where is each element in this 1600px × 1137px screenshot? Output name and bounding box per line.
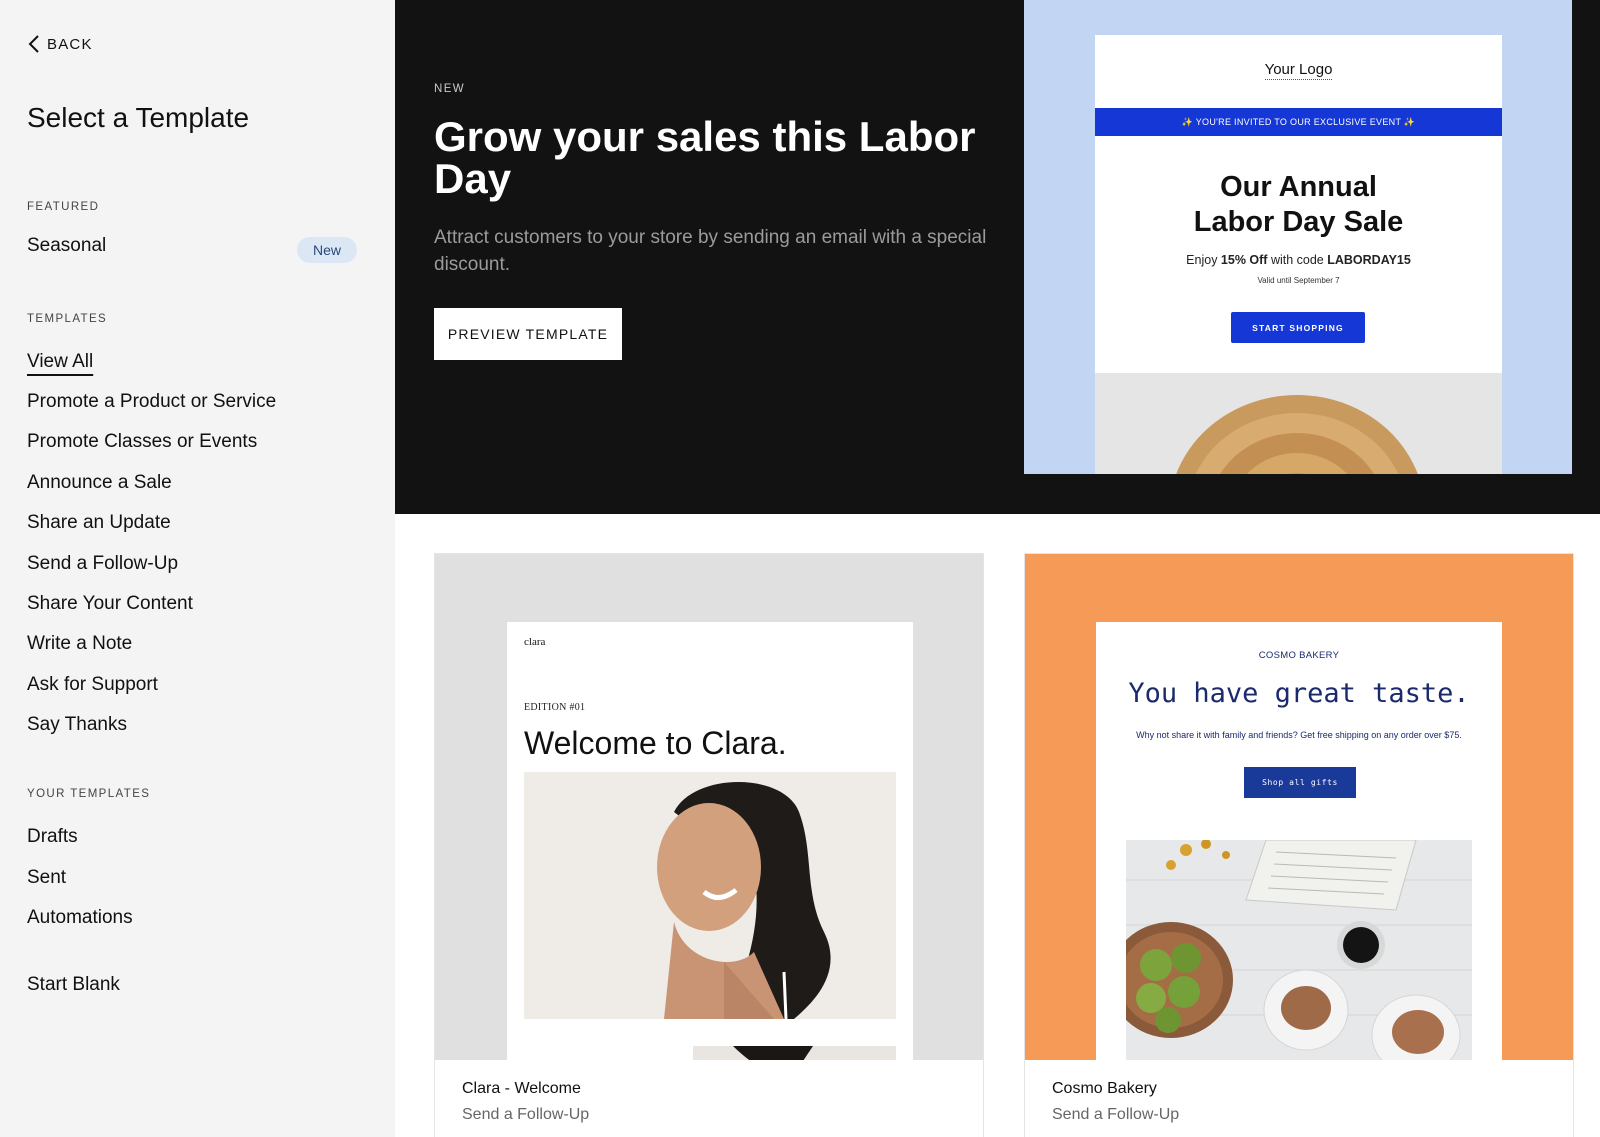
- email-start-shopping-button: START SHOPPING: [1231, 312, 1365, 343]
- hero-title: Grow your sales this Labor Day: [434, 113, 976, 202]
- cosmo-thumbnail: COSMO BAKERY You have great taste. Why n…: [1025, 554, 1573, 1060]
- back-label: BACK: [47, 35, 93, 53]
- sidebar-item-follow-up[interactable]: Send a Follow-Up: [27, 553, 178, 575]
- clara-thumbnail: clara EDITION #01 Welcome to Clara.: [435, 554, 983, 1060]
- sidebar-item-ask-support[interactable]: Ask for Support: [27, 674, 158, 696]
- labor-day-email-preview: Your Logo ✨ YOU'RE INVITED TO OUR EXCLUS…: [1095, 35, 1502, 474]
- clara-brand: clara: [524, 636, 546, 648]
- email-banner: ✨ YOU'RE INVITED TO OUR EXCLUSIVE EVENT …: [1095, 108, 1502, 136]
- your-templates-section-label: YOUR TEMPLATES: [27, 788, 151, 800]
- sidebar-item-drafts[interactable]: Drafts: [27, 826, 78, 848]
- sidebar-item-share-update[interactable]: Share an Update: [27, 512, 171, 534]
- start-blank-link[interactable]: Start Blank: [27, 974, 120, 996]
- email-logo: Your Logo: [1264, 61, 1333, 80]
- clara-second-photo: [693, 1046, 896, 1060]
- page-title: Select a Template: [27, 102, 250, 133]
- email-headline: Our Annual Labor Day Sale: [1193, 171, 1404, 238]
- featured-hero: NEW Grow your sales this Labor Day Attra…: [395, 0, 1600, 514]
- new-badge: New: [297, 237, 357, 263]
- templates-section-label: TEMPLATES: [27, 313, 108, 325]
- chevron-left-icon: [28, 35, 39, 53]
- template-card-cosmo-bakery[interactable]: COSMO BAKERY You have great taste. Why n…: [1024, 553, 1574, 1137]
- sidebar-item-promote-product[interactable]: Promote a Product or Service: [27, 391, 276, 413]
- hero-kicker: NEW: [434, 83, 466, 95]
- hero-description: Attract customers to your store by sendi…: [434, 227, 987, 275]
- card-title: Clara - Welcome: [462, 1080, 581, 1097]
- card-category: Send a Follow-Up: [1052, 1106, 1180, 1123]
- straw-hat-photo: [1095, 373, 1502, 474]
- preview-template-button[interactable]: PREVIEW TEMPLATE: [434, 308, 622, 360]
- card-category: Send a Follow-Up: [462, 1106, 590, 1123]
- card-title: Cosmo Bakery: [1052, 1080, 1157, 1097]
- clara-headline: Welcome to Clara.: [524, 725, 787, 761]
- sidebar-item-sent[interactable]: Sent: [27, 867, 66, 889]
- cosmo-subtext: Why not share it with family and friends…: [1136, 730, 1462, 740]
- clara-email-preview: clara EDITION #01 Welcome to Clara.: [507, 622, 913, 1060]
- template-card-clara[interactable]: clara EDITION #01 Welcome to Clara. Clar…: [434, 553, 984, 1137]
- cosmo-shop-gifts-button: Shop all gifts: [1244, 767, 1356, 798]
- sidebar-item-automations[interactable]: Automations: [27, 907, 133, 929]
- sidebar-item-say-thanks[interactable]: Say Thanks: [27, 714, 127, 736]
- email-valid-until: Valid until September 7: [1257, 276, 1340, 285]
- sidebar-item-promote-classes[interactable]: Promote Classes or Events: [27, 431, 257, 453]
- smiling-woman-photo: [524, 772, 896, 1019]
- sidebar-item-view-all[interactable]: View All: [27, 351, 93, 373]
- sidebar-item-announce-sale[interactable]: Announce a Sale: [27, 472, 172, 494]
- hero-template-preview[interactable]: Your Logo ✨ YOU'RE INVITED TO OUR EXCLUS…: [1024, 0, 1572, 474]
- sidebar-item-write-note[interactable]: Write a Note: [27, 633, 132, 655]
- back-button[interactable]: BACK: [27, 34, 93, 54]
- featured-section-label: FEATURED: [27, 201, 100, 213]
- sidebar-item-share-content[interactable]: Share Your Content: [27, 593, 193, 615]
- bakery-table-photo: [1126, 840, 1472, 1060]
- clara-edition: EDITION #01: [524, 702, 586, 713]
- cosmo-headline: You have great taste.: [1128, 678, 1470, 709]
- cosmo-brand: COSMO BAKERY: [1258, 650, 1340, 661]
- sidebar: BACK Select a Template FEATURED Seasonal…: [0, 0, 395, 1137]
- email-offer: Enjoy 15% Off with code LABORDAY15: [1186, 253, 1411, 267]
- cosmo-email-preview: COSMO BAKERY You have great taste. Why n…: [1096, 622, 1502, 1060]
- sidebar-item-seasonal[interactable]: Seasonal: [27, 235, 106, 257]
